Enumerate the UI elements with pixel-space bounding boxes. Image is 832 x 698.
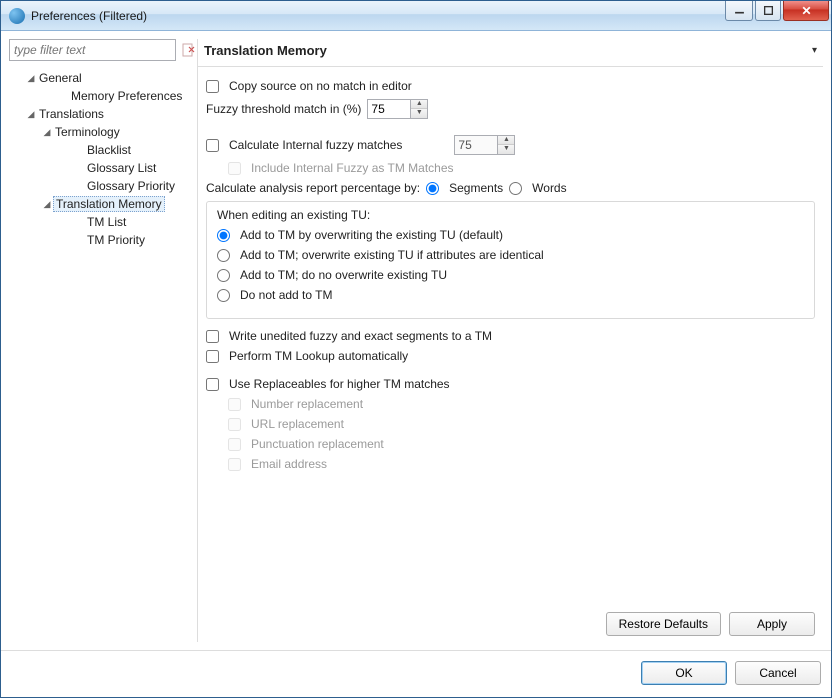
tree-terminology[interactable]: ◢Terminology [9, 123, 189, 141]
include-internal-label: Include Internal Fuzzy as TM Matches [251, 161, 454, 175]
use-replaceables-checkbox[interactable] [206, 378, 219, 391]
use-replaceables-label: Use Replaceables for higher TM matches [229, 377, 450, 391]
perform-lookup-label: Perform TM Lookup automatically [229, 349, 408, 363]
write-unedited-label: Write unedited fuzzy and exact segments … [229, 329, 492, 343]
left-pane: ◢General Memory Preferences ◢Translation… [9, 39, 189, 642]
window-buttons [725, 1, 831, 21]
tu-do-not-add-radio[interactable] [217, 289, 230, 302]
words-label: Words [532, 181, 566, 195]
email-repl-label: Email address [251, 457, 327, 471]
tu-overwrite-identical-radio[interactable] [217, 249, 230, 262]
write-unedited-checkbox[interactable] [206, 330, 219, 343]
tree-blacklist[interactable]: Blacklist [9, 141, 189, 159]
cancel-button[interactable]: Cancel [735, 661, 821, 685]
right-pane: Translation Memory ▾ Copy source on no m… [197, 39, 823, 642]
calc-internal-spinner: ▲▼ [454, 135, 515, 155]
section-title: Translation Memory [204, 43, 812, 58]
calc-internal-label: Calculate Internal fuzzy matches [229, 138, 402, 152]
punct-repl-label: Punctuation replacement [251, 437, 384, 451]
number-repl-label: Number replacement [251, 397, 363, 411]
section-header: Translation Memory ▾ [198, 39, 823, 67]
editing-tu-label: When editing an existing TU: [217, 208, 370, 222]
titlebar: Preferences (Filtered) [1, 1, 831, 31]
tree-translation-memory[interactable]: ◢Translation Memory [9, 195, 189, 213]
number-repl-checkbox [228, 398, 241, 411]
fuzzy-threshold-input[interactable] [367, 99, 411, 119]
tree-tm-list[interactable]: TM List [9, 213, 189, 231]
tu-no-overwrite-label: Add to TM; do no overwrite existing TU [240, 268, 447, 282]
restore-defaults-button[interactable]: Restore Defaults [606, 612, 721, 636]
settings-content: Copy source on no match in editor Fuzzy … [198, 67, 823, 606]
words-radio[interactable] [509, 182, 522, 195]
app-icon [9, 8, 25, 24]
tree-glossary-priority[interactable]: Glossary Priority [9, 177, 189, 195]
segments-label: Segments [449, 181, 503, 195]
email-repl-checkbox [228, 458, 241, 471]
close-button[interactable] [783, 1, 829, 21]
minimize-button[interactable] [725, 1, 753, 21]
fuzzy-threshold-label: Fuzzy threshold match in (%) [206, 102, 361, 116]
copy-source-label: Copy source on no match in editor [229, 79, 412, 93]
segments-radio[interactable] [426, 182, 439, 195]
copy-source-checkbox[interactable] [206, 80, 219, 93]
include-internal-checkbox [228, 162, 241, 175]
fuzzy-threshold-spinner[interactable]: ▲▼ [367, 99, 428, 119]
preferences-tree: ◢General Memory Preferences ◢Translation… [9, 67, 189, 642]
tu-no-overwrite-radio[interactable] [217, 269, 230, 282]
preferences-window: Preferences (Filtered) ◢General Memory P… [0, 0, 832, 698]
tree-memory-preferences[interactable]: Memory Preferences [9, 87, 189, 105]
tree-glossary-list[interactable]: Glossary List [9, 159, 189, 177]
calc-internal-input [454, 135, 498, 155]
filter-input[interactable] [9, 39, 176, 61]
clear-filter-icon[interactable] [182, 42, 196, 58]
dialog-buttons: OK Cancel [1, 650, 831, 697]
apply-button[interactable]: Apply [729, 612, 815, 636]
url-repl-checkbox [228, 418, 241, 431]
calc-internal-checkbox[interactable] [206, 139, 219, 152]
tu-overwrite-identical-label: Add to TM; overwrite existing TU if attr… [240, 248, 544, 262]
tu-overwrite-label: Add to TM by overwriting the existing TU… [240, 228, 503, 242]
perform-lookup-checkbox[interactable] [206, 350, 219, 363]
tu-overwrite-radio[interactable] [217, 229, 230, 242]
spin-down-icon: ▼ [498, 145, 514, 154]
ok-button[interactable]: OK [641, 661, 727, 685]
section-menu-icon[interactable]: ▾ [812, 45, 817, 56]
window-title: Preferences (Filtered) [31, 9, 725, 23]
punct-repl-checkbox [228, 438, 241, 451]
calc-analysis-label: Calculate analysis report percentage by: [206, 181, 420, 195]
spin-up-icon: ▲ [498, 136, 514, 145]
maximize-button[interactable] [755, 1, 781, 21]
spin-up-icon[interactable]: ▲ [411, 100, 427, 109]
tu-do-not-add-label: Do not add to TM [240, 288, 333, 302]
page-buttons: Restore Defaults Apply [198, 606, 823, 642]
spin-down-icon[interactable]: ▼ [411, 109, 427, 118]
tree-tm-priority[interactable]: TM Priority [9, 231, 189, 249]
tree-translations[interactable]: ◢Translations [9, 105, 189, 123]
url-repl-label: URL replacement [251, 417, 344, 431]
editing-tu-group: When editing an existing TU: Add to TM b… [206, 201, 815, 319]
tree-general[interactable]: ◢General [9, 69, 189, 87]
